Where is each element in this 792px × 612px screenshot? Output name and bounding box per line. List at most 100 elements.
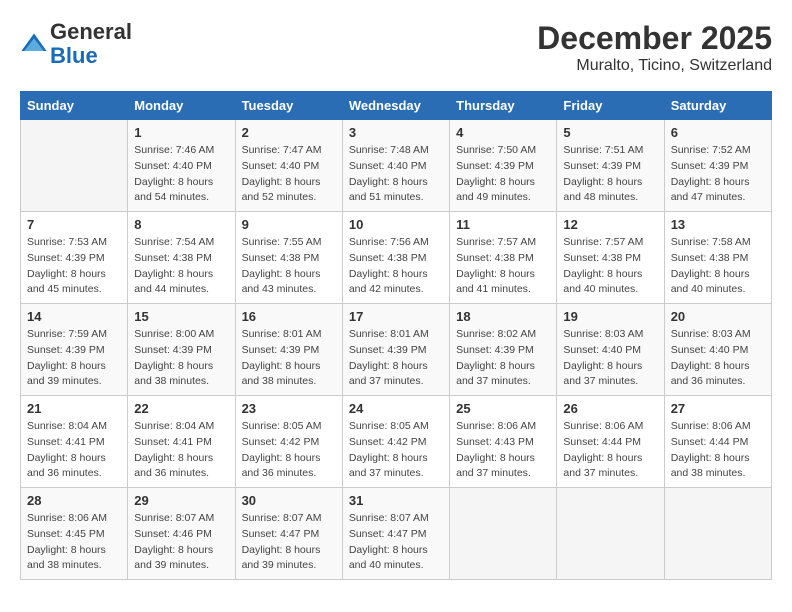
- day-number: 30: [242, 493, 336, 508]
- calendar-week-0: 1 Sunrise: 7:46 AMSunset: 4:40 PMDaylight…: [21, 120, 772, 212]
- day-info: Sunrise: 8:05 AMSunset: 4:42 PMDaylight:…: [349, 419, 443, 482]
- day-info: Sunrise: 8:01 AMSunset: 4:39 PMDaylight:…: [242, 327, 336, 390]
- day-number: 23: [242, 401, 336, 416]
- day-number: 29: [134, 493, 228, 508]
- day-number: 25: [456, 401, 550, 416]
- calendar-cell: 19 Sunrise: 8:03 AMSunset: 4:40 PMDayligh…: [557, 304, 664, 396]
- calendar-cell: 15 Sunrise: 8:00 AMSunset: 4:39 PMDayligh…: [128, 304, 235, 396]
- calendar-cell: [21, 120, 128, 212]
- calendar-cell: 26Sunrise: 8:06 AMSunset: 4:44 PMDayligh…: [557, 396, 664, 488]
- calendar-cell: 2 Sunrise: 7:47 AMSunset: 4:40 PMDaylight…: [235, 120, 342, 212]
- calendar-cell: 30 Sunrise: 8:07 AMSunset: 4:47 PMDayligh…: [235, 488, 342, 580]
- calendar-cell: 20 Sunrise: 8:03 AMSunset: 4:40 PMDayligh…: [664, 304, 771, 396]
- day-info: Sunrise: 8:04 AMSunset: 4:41 PMDaylight:…: [27, 419, 121, 482]
- day-number: 24: [349, 401, 443, 416]
- day-info: Sunrise: 7:51 AMSunset: 4:39 PMDaylight:…: [563, 143, 657, 206]
- calendar-table: SundayMondayTuesdayWednesdayThursdayFrid…: [20, 91, 772, 580]
- day-number: 19: [563, 309, 657, 324]
- calendar-header: SundayMondayTuesdayWednesdayThursdayFrid…: [21, 92, 772, 120]
- calendar-cell: 31 Sunrise: 8:07 AMSunset: 4:47 PMDayligh…: [342, 488, 449, 580]
- day-info: Sunrise: 7:59 AMSunset: 4:39 PMDaylight:…: [27, 327, 121, 390]
- header-day-saturday: Saturday: [664, 92, 771, 120]
- calendar-cell: 29 Sunrise: 8:07 AMSunset: 4:46 PMDayligh…: [128, 488, 235, 580]
- header-day-tuesday: Tuesday: [235, 92, 342, 120]
- calendar-cell: 23 Sunrise: 8:05 AMSunset: 4:42 PMDayligh…: [235, 396, 342, 488]
- day-number: 18: [456, 309, 550, 324]
- day-number: 9: [242, 217, 336, 232]
- day-info: Sunrise: 8:02 AMSunset: 4:39 PMDaylight:…: [456, 327, 550, 390]
- logo-blue: Blue: [50, 43, 98, 68]
- day-number: 27: [671, 401, 765, 416]
- day-info: Sunrise: 8:03 AMSunset: 4:40 PMDaylight:…: [671, 327, 765, 390]
- day-info: Sunrise: 8:06 AMSunset: 4:43 PMDaylight:…: [456, 419, 550, 482]
- day-info: Sunrise: 8:04 AMSunset: 4:41 PMDaylight:…: [134, 419, 228, 482]
- calendar-cell: 6 Sunrise: 7:52 AMSunset: 4:39 PMDaylight…: [664, 120, 771, 212]
- calendar-week-4: 28Sunrise: 8:06 AMSunset: 4:45 PMDayligh…: [21, 488, 772, 580]
- calendar-cell: 13 Sunrise: 7:58 AMSunset: 4:38 PMDayligh…: [664, 212, 771, 304]
- day-number: 2: [242, 125, 336, 140]
- day-info: Sunrise: 8:01 AMSunset: 4:39 PMDaylight:…: [349, 327, 443, 390]
- calendar-week-2: 14 Sunrise: 7:59 AMSunset: 4:39 PMDayligh…: [21, 304, 772, 396]
- calendar-cell: 21Sunrise: 8:04 AMSunset: 4:41 PMDayligh…: [21, 396, 128, 488]
- day-info: Sunrise: 8:05 AMSunset: 4:42 PMDaylight:…: [242, 419, 336, 482]
- page-header: General Blue December 2025 Muralto, Tici…: [20, 20, 772, 75]
- day-info: Sunrise: 7:50 AMSunset: 4:39 PMDaylight:…: [456, 143, 550, 206]
- day-info: Sunrise: 7:46 AMSunset: 4:40 PMDaylight:…: [134, 143, 228, 206]
- day-number: 8: [134, 217, 228, 232]
- day-number: 6: [671, 125, 765, 140]
- day-info: Sunrise: 7:58 AMSunset: 4:38 PMDaylight:…: [671, 235, 765, 298]
- page-title: December 2025: [537, 20, 772, 57]
- calendar-cell: [557, 488, 664, 580]
- day-info: Sunrise: 8:07 AMSunset: 4:46 PMDaylight:…: [134, 511, 228, 574]
- calendar-cell: [664, 488, 771, 580]
- calendar-cell: 9 Sunrise: 7:55 AMSunset: 4:38 PMDaylight…: [235, 212, 342, 304]
- day-info: Sunrise: 7:52 AMSunset: 4:39 PMDaylight:…: [671, 143, 765, 206]
- calendar-cell: 5 Sunrise: 7:51 AMSunset: 4:39 PMDaylight…: [557, 120, 664, 212]
- title-block: December 2025 Muralto, Ticino, Switzerla…: [537, 20, 772, 75]
- header-day-sunday: Sunday: [21, 92, 128, 120]
- header-row: SundayMondayTuesdayWednesdayThursdayFrid…: [21, 92, 772, 120]
- day-info: Sunrise: 8:06 AMSunset: 4:45 PMDaylight:…: [27, 511, 121, 574]
- calendar-cell: 24 Sunrise: 8:05 AMSunset: 4:42 PMDayligh…: [342, 396, 449, 488]
- day-info: Sunrise: 8:07 AMSunset: 4:47 PMDaylight:…: [242, 511, 336, 574]
- calendar-cell: 22 Sunrise: 8:04 AMSunset: 4:41 PMDayligh…: [128, 396, 235, 488]
- day-number: 11: [456, 217, 550, 232]
- calendar-cell: 1 Sunrise: 7:46 AMSunset: 4:40 PMDaylight…: [128, 120, 235, 212]
- day-number: 7: [27, 217, 121, 232]
- calendar-cell: 7Sunrise: 7:53 AMSunset: 4:39 PMDaylight…: [21, 212, 128, 304]
- calendar-cell: 10Sunrise: 7:56 AMSunset: 4:38 PMDayligh…: [342, 212, 449, 304]
- header-day-monday: Monday: [128, 92, 235, 120]
- day-number: 22: [134, 401, 228, 416]
- day-number: 1: [134, 125, 228, 140]
- calendar-cell: 18 Sunrise: 8:02 AMSunset: 4:39 PMDayligh…: [450, 304, 557, 396]
- day-info: Sunrise: 7:55 AMSunset: 4:38 PMDaylight:…: [242, 235, 336, 298]
- day-number: 15: [134, 309, 228, 324]
- calendar-body: 1 Sunrise: 7:46 AMSunset: 4:40 PMDaylight…: [21, 120, 772, 580]
- day-number: 13: [671, 217, 765, 232]
- day-number: 26: [563, 401, 657, 416]
- day-number: 31: [349, 493, 443, 508]
- logo: General Blue: [20, 20, 132, 68]
- calendar-cell: 14 Sunrise: 7:59 AMSunset: 4:39 PMDayligh…: [21, 304, 128, 396]
- day-number: 5: [563, 125, 657, 140]
- day-info: Sunrise: 8:06 AMSunset: 4:44 PMDaylight:…: [671, 419, 765, 482]
- day-number: 14: [27, 309, 121, 324]
- calendar-cell: 8Sunrise: 7:54 AMSunset: 4:38 PMDaylight…: [128, 212, 235, 304]
- header-day-friday: Friday: [557, 92, 664, 120]
- calendar-cell: [450, 488, 557, 580]
- calendar-cell: 27 Sunrise: 8:06 AMSunset: 4:44 PMDayligh…: [664, 396, 771, 488]
- calendar-cell: 4Sunrise: 7:50 AMSunset: 4:39 PMDaylight…: [450, 120, 557, 212]
- day-number: 10: [349, 217, 443, 232]
- day-number: 12: [563, 217, 657, 232]
- calendar-cell: 28Sunrise: 8:06 AMSunset: 4:45 PMDayligh…: [21, 488, 128, 580]
- day-info: Sunrise: 7:57 AMSunset: 4:38 PMDaylight:…: [456, 235, 550, 298]
- calendar-week-1: 7Sunrise: 7:53 AMSunset: 4:39 PMDaylight…: [21, 212, 772, 304]
- day-number: 17: [349, 309, 443, 324]
- day-info: Sunrise: 7:48 AMSunset: 4:40 PMDaylight:…: [349, 143, 443, 206]
- day-info: Sunrise: 8:00 AMSunset: 4:39 PMDaylight:…: [134, 327, 228, 390]
- day-info: Sunrise: 8:03 AMSunset: 4:40 PMDaylight:…: [563, 327, 657, 390]
- day-number: 20: [671, 309, 765, 324]
- calendar-cell: 3Sunrise: 7:48 AMSunset: 4:40 PMDaylight…: [342, 120, 449, 212]
- day-info: Sunrise: 7:47 AMSunset: 4:40 PMDaylight:…: [242, 143, 336, 206]
- day-info: Sunrise: 8:07 AMSunset: 4:47 PMDaylight:…: [349, 511, 443, 574]
